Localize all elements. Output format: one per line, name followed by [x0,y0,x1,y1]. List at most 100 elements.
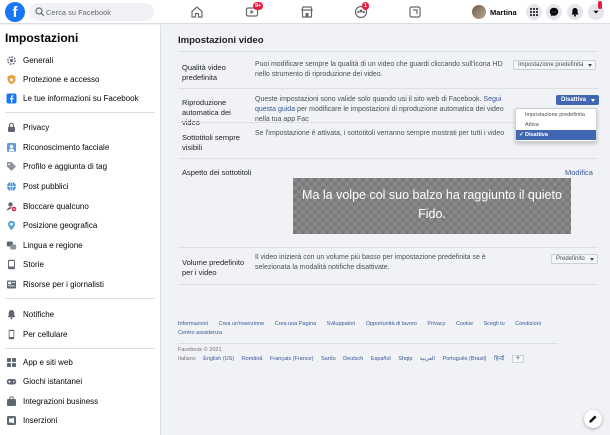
footer-link[interactable]: Privacy [427,321,445,327]
sidebar-item-label: Le tue informazioni su Facebook [23,93,139,103]
home-icon [191,6,203,18]
autoplay-option-on[interactable]: Attiva [516,120,596,130]
new-message-button[interactable] [584,410,602,428]
account-badge [598,1,602,9]
row-divider [178,284,598,285]
nav-groups[interactable]: 1 [351,2,371,21]
apps-icon [7,357,16,367]
sidebar-item-riconoscimento[interactable]: Riconoscimento facciale [6,140,109,154]
sidebar-item-inserzioni[interactable]: Inserzioni [6,413,57,427]
tag-icon [7,161,16,171]
autoplay-option-default[interactable]: Impostazione predefinita [516,110,596,120]
autoplay-option-off-label: Disattiva [525,132,548,138]
sidebar-item-lingua[interactable]: Lingua e regione [6,238,83,252]
footer-link[interactable]: Crea una Pagina [275,321,316,327]
row-divider [178,158,598,159]
language-link[interactable]: English (US) [203,356,234,362]
footer-link[interactable]: Condizioni [515,321,541,327]
menu-button[interactable] [526,4,542,20]
autoplay-desc-text: Queste impostazioni sono valide solo qua… [255,96,482,103]
footer-link[interactable]: Centro assistenza [178,330,222,336]
sidebar-item-giochi[interactable]: Giochi istantanei [6,374,82,388]
footer-link[interactable]: Crea un'inserzione [219,321,265,327]
language-link[interactable]: Español [371,356,391,362]
compose-icon [589,415,597,423]
row-desc-subtitles: Se l'impostazione è attivata, i sottotit… [255,130,505,137]
notifications-button[interactable] [567,4,583,20]
edit-subtitles-link[interactable]: Modifica [565,168,593,177]
quality-dropdown[interactable]: Impostazione predefinita [513,60,597,70]
autoplay-option-off[interactable]: ✓ Disattiva [516,130,596,140]
language-link[interactable]: Français (France) [270,356,313,362]
row-label-appearance: Aspetto dei sottotitoli [182,168,252,177]
sidebar-item-protezione[interactable]: Protezione e accesso [6,72,100,86]
lock-icon [8,122,15,132]
top-bar: f 9+ 1 Martina [0,0,610,24]
sidebar-divider [5,348,155,349]
row-label-autoplay: Riproduzione automatica dei video [182,98,231,127]
sidebar-item-label: Bloccare qualcuno [23,201,89,211]
autoplay-dropdown[interactable]: Disattiva [556,95,600,105]
current-language: Italiano [178,356,196,362]
bell-icon [571,8,579,17]
search-icon [35,7,45,17]
footer-link[interactable]: Informazioni [178,321,208,327]
sidebar-item-storie[interactable]: Storie [6,257,44,271]
volume-dropdown[interactable]: Predefinito [551,254,598,264]
nav-gaming[interactable] [405,3,425,21]
language-link[interactable]: العربية [420,356,435,362]
sidebar-item-label: App e siti web [23,357,73,367]
search-input[interactable] [46,3,151,21]
sidebar-item-label: Privacy [23,122,50,132]
nav-home[interactable] [187,3,207,21]
nav-marketplace[interactable] [297,3,317,21]
check-icon: ✓ [519,132,525,138]
settings-sidebar: Impostazioni Generali Protezione e acces… [0,25,161,435]
nav-watch[interactable]: 9+ [242,2,264,21]
sidebar-item-post-pubblici[interactable]: Post pubblici [6,179,68,193]
sidebar-divider [5,298,155,299]
search-box[interactable] [29,3,154,21]
sidebar-item-profilo[interactable]: Profilo e aggiunta di tag [6,159,107,173]
facebook-logo[interactable]: f [5,2,25,22]
language-link[interactable]: Sardu [321,356,336,362]
footer-links: Informazioni Crea un'inserzione Crea una… [178,320,558,338]
footer-link[interactable]: Cookie [456,321,473,327]
gear-icon [7,55,16,65]
language-icon [6,241,17,249]
messenger-button[interactable] [546,4,562,20]
sidebar-item-app[interactable]: App e siti web [6,355,73,369]
row-label-volume: Volume predefinito per i video [182,258,245,277]
sidebar-item-cellulare[interactable]: Per cellulare [6,327,67,341]
sidebar-item-label: Risorse per i giornalisti [23,279,104,289]
footer-link[interactable]: Opportunità di lavoro [366,321,417,327]
footer-link[interactable]: Sviluppatori [327,321,356,327]
row-desc-volume: Il video inizierà con un volume più bass… [255,254,486,271]
sidebar-item-bloccare[interactable]: Bloccare qualcuno [6,199,89,213]
language-link[interactable]: Português (Brasil) [442,356,486,362]
sidebar-item-privacy[interactable]: Privacy [6,120,49,134]
language-link[interactable]: Deutsch [343,356,363,362]
language-link[interactable]: हिन्दी [494,356,504,362]
sidebar-item-informazioni[interactable]: Le tue informazioni su Facebook [6,91,139,105]
footer: Informazioni Crea un'inserzione Crea una… [178,320,558,338]
sidebar-item-risorse[interactable]: Risorse per i giornalisti [6,277,104,291]
sidebar-item-generali[interactable]: Generali [6,53,53,67]
language-link[interactable]: Shqip [398,356,412,362]
sidebar-title: Impostazioni [5,31,79,45]
account-button[interactable] [588,1,604,20]
grid-menu-icon [530,8,538,16]
sidebar-item-label: Profilo e aggiunta di tag [23,161,108,171]
footer-link[interactable]: Scegli tu [484,321,505,327]
footer-languages: Italiano English (US) Română Français (F… [178,354,530,363]
sidebar-item-integrazioni[interactable]: Integrazioni business [6,394,98,408]
sidebar-item-label: Inserzioni [23,415,58,425]
sidebar-item-posizione[interactable]: Posizione geografica [6,218,97,232]
journalist-icon [7,280,16,288]
sidebar-item-label: Riconoscimento facciale [23,142,110,152]
stories-icon [8,259,15,269]
more-languages-button[interactable]: + [511,354,524,363]
language-link[interactable]: Română [242,356,263,362]
sidebar-item-notifiche[interactable]: Notifiche [6,307,54,321]
profile-chip[interactable]: Martina [470,3,523,21]
